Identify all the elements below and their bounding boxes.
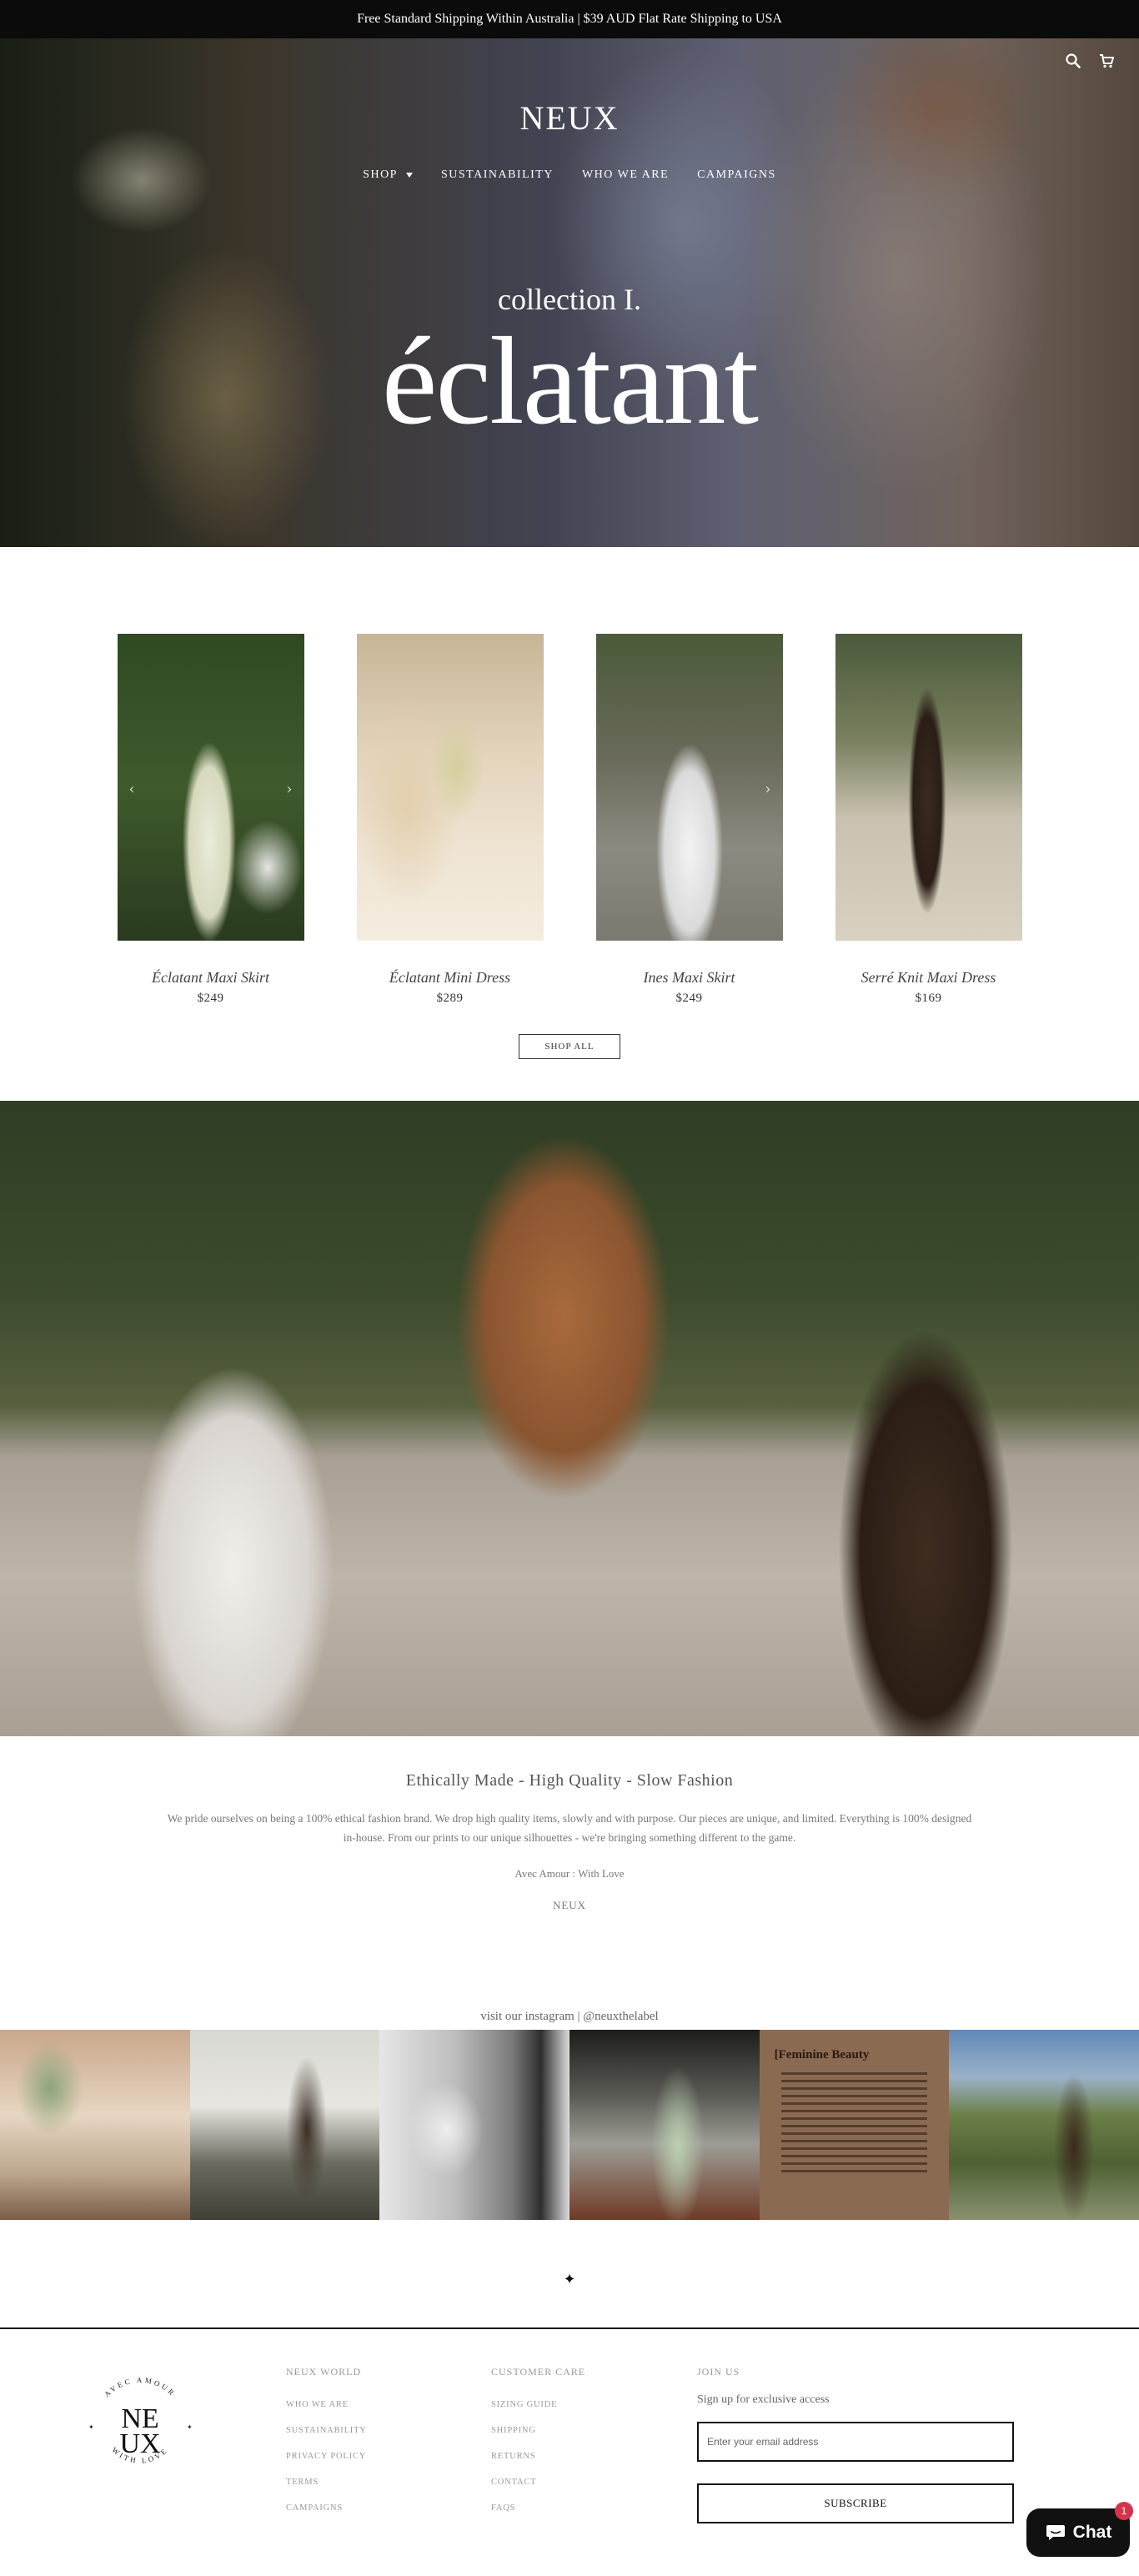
svg-text:✦: ✦ [88,2423,94,2431]
main-nav: SHOP SUSTAINABILITY WHO WE ARE CAMPAIGNS [0,168,1139,182]
featured-products: ‹ › Éclatant Maxi Skirt $249 Éclatant Mi… [0,634,1139,1059]
footer-logo-line2: UX [119,2428,160,2459]
footer-link-shipping[interactable]: SHIPPING [491,2426,585,2435]
instagram-post[interactable] [949,2030,1139,2220]
footer-logo-top-text: AVEC AMOUR [103,2376,175,2398]
instagram-post[interactable] [189,2030,380,2220]
footer-link-contact[interactable]: CONTACT [491,2478,585,2487]
product-name[interactable]: Éclatant Maxi Skirt [118,969,304,987]
footer-care-column: CUSTOMER CARE SIZING GUIDE SHIPPING RETU… [491,2366,585,2513]
subscribe-button[interactable]: SUBSCRIBE [697,2483,1014,2523]
footer-link-terms[interactable]: TERMS [286,2478,367,2487]
nav-campaigns[interactable]: CAMPAIGNS [697,168,776,182]
next-arrow-icon[interactable]: › [765,781,770,798]
footer-link-privacy-policy[interactable]: PRIVACY POLICY [286,2452,367,2461]
product-name[interactable]: Éclatant Mini Dress [357,969,544,987]
product-card[interactable]: ‹ › Éclatant Maxi Skirt $249 [117,634,304,1006]
footer-care-title: CUSTOMER CARE [491,2366,586,2378]
footer-join-tagline: Sign up for exclusive access [697,2393,830,2406]
product-price: $249 [675,992,703,1005]
footer-link-sizing-guide[interactable]: SIZING GUIDE [491,2400,585,2409]
nav-shop-label: SHOP [363,168,398,181]
product-price: $169 [915,992,942,1005]
next-arrow-icon[interactable]: › [286,781,292,798]
instagram-post[interactable] [0,2030,190,2220]
product-price: $289 [436,992,464,1005]
footer-join-title: JOIN US [697,2366,740,2378]
product-image[interactable]: › [595,634,783,941]
hero-banner: NEUX SHOP SUSTAINABILITY WHO WE ARE CAMP… [0,38,1139,547]
footer-world-title: NEUX WORLD [286,2366,362,2378]
sparkle-icon: ✦ [563,2271,576,2288]
instagram-post-title: [Feminine Beauty [774,2048,870,2061]
instagram-post[interactable]: [Feminine Beauty [759,2030,950,2220]
instagram-feed: [Feminine Beauty [0,2030,1139,2220]
svg-text:AVEC AMOUR: AVEC AMOUR [103,2376,178,2398]
announcement-bar: Free Standard Shipping Within Australia … [0,0,1139,38]
about-signoff: Avec Amour : With Love [514,1867,625,1880]
footer: AVEC AMOUR WITH LOVE NE UX ✦ ✦ NEUX WORL… [0,2327,1139,2576]
nav-who-we-are[interactable]: WHO WE ARE [582,168,669,182]
product-name[interactable]: Serré Knit Maxi Dress [835,969,1022,987]
footer-link-campaigns[interactable]: CAMPAIGNS [286,2503,367,2513]
footer-link-who-we-are[interactable]: WHO WE ARE [286,2400,367,2409]
product-price: $249 [197,992,224,1005]
product-image[interactable]: ‹ › [117,634,304,941]
hero-title: éclatant [381,312,759,450]
about-body: We pride ourselves on being a 100% ethic… [167,1812,972,1844]
product-name[interactable]: Ines Maxi Skirt [596,969,783,987]
site-logo[interactable]: NEUX [0,98,1139,138]
footer-link-faqs[interactable]: FAQS [491,2503,585,2513]
product-image[interactable] [356,634,544,941]
about-brand: NEUX [552,1899,587,1911]
footer-world-column: NEUX WORLD WHO WE ARE SUSTAINABILITY PRI… [286,2366,367,2513]
shop-all-button[interactable]: SHOP ALL [519,1034,620,1059]
header-icons [1064,52,1116,70]
email-field[interactable] [697,2422,1014,2462]
footer-link-sustainability[interactable]: SUSTAINABILITY [286,2426,367,2435]
search-icon[interactable] [1064,52,1082,70]
footer-logo[interactable]: AVEC AMOUR WITH LOVE NE UX ✦ ✦ [80,2366,200,2486]
prev-arrow-icon[interactable]: ‹ [129,781,135,798]
campaign-image [0,1101,1139,1736]
chat-unread-badge: 1 [1115,2502,1133,2520]
chevron-down-icon [405,173,413,178]
instagram-post[interactable] [569,2030,760,2220]
footer-join-column: JOIN US Sign up for exclusive access SUB… [697,2366,1014,2523]
product-card[interactable]: Éclatant Mini Dress $289 [356,634,544,1006]
nav-shop[interactable]: SHOP [363,168,413,182]
instagram-post[interactable] [379,2030,570,2220]
product-card[interactable]: › Ines Maxi Skirt $249 [595,634,783,1006]
product-card[interactable]: Serré Knit Maxi Dress $169 [835,634,1022,1006]
instagram-title[interactable]: visit our instagram | @neuxthelabel [0,2010,1139,2024]
about-heading: Ethically Made - High Quality - Slow Fas… [405,1771,734,1790]
cart-icon[interactable] [1097,52,1116,70]
instagram-post-text [775,2072,935,2172]
svg-text:✦: ✦ [187,2423,193,2431]
chat-button[interactable]: Chat 1 [1026,2502,1133,2557]
chat-label: Chat [1072,2523,1112,2542]
chat-icon [1046,2525,1065,2540]
footer-link-returns[interactable]: RETURNS [491,2452,585,2461]
nav-sustainability[interactable]: SUSTAINABILITY [441,168,554,182]
announcement-text: Free Standard Shipping Within Australia … [357,12,782,26]
about-section: Ethically Made - High Quality - Slow Fas… [0,1771,1139,1912]
product-image[interactable] [835,634,1022,941]
